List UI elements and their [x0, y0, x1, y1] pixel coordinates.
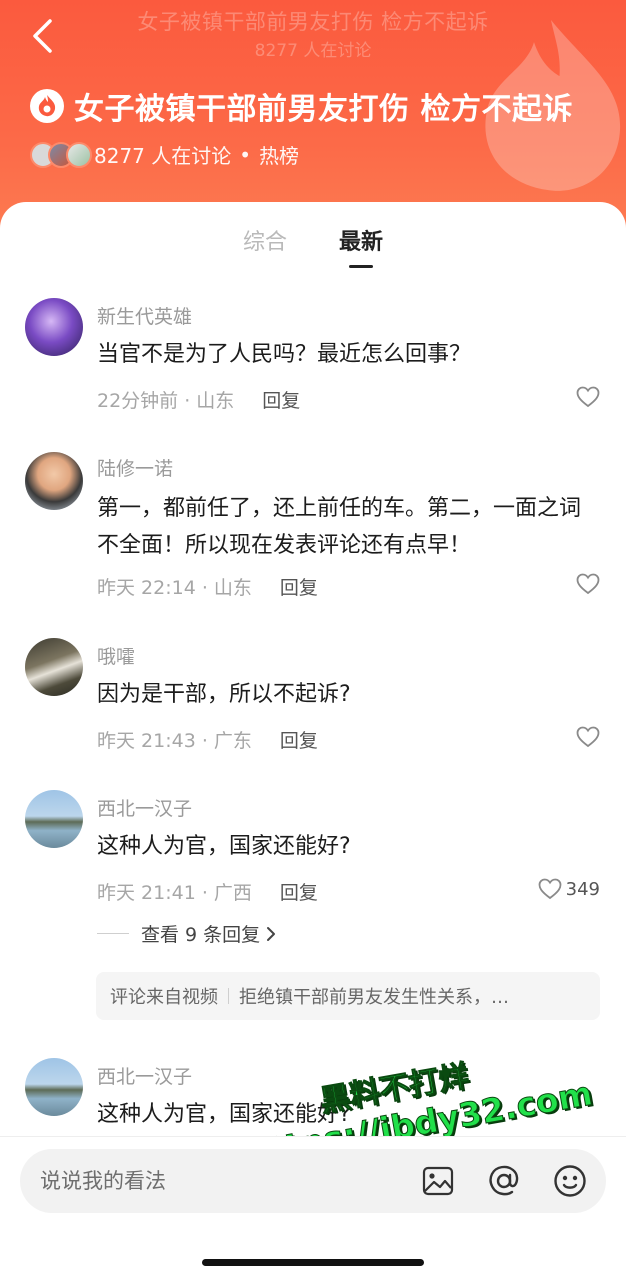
source-label: 评论来自视频 [110, 987, 218, 1008]
avatar[interactable] [25, 638, 83, 696]
like-button[interactable]: 349 [538, 878, 600, 900]
comment-meta: 昨天 22:14 · 山东 回复 [97, 573, 318, 600]
comment-meta: 昨天 21:43 · 广东 回复 [97, 726, 318, 753]
topic-title: 女子被镇干部前男友打伤 检方不起诉 [74, 92, 573, 127]
avatar[interactable] [25, 790, 83, 848]
comment-text: 这种人为官，国家还能好? [97, 834, 351, 859]
nav-ghost-subtitle: 8277 人在讨论 [254, 41, 372, 61]
emoji-icon[interactable] [552, 1161, 588, 1201]
avatar[interactable] [25, 1058, 83, 1116]
avatar[interactable] [25, 298, 83, 356]
reply-button[interactable]: 回复 [280, 573, 318, 600]
comment-author[interactable]: 哦嚯 [97, 642, 135, 669]
home-indicator [202, 1259, 424, 1266]
reply-button[interactable]: 回复 [280, 726, 318, 753]
like-button[interactable] [576, 726, 600, 748]
avatar [66, 141, 92, 168]
nav-ghost-title: 女子被镇干部前男友打伤 检方不起诉 [137, 10, 489, 34]
comment-author[interactable]: 西北一汉子 [97, 794, 192, 821]
like-button[interactable] [576, 573, 600, 595]
comment-text: 第一，都前任了，还上前任的车。第二，一面之词不全面！所以现在发表评论还有点早！ [97, 496, 582, 558]
at-mention-icon[interactable] [486, 1161, 522, 1201]
comment-input-container[interactable] [20, 1149, 606, 1213]
heart-icon [576, 386, 600, 408]
comment-time-location: 昨天 22:14 · 山东 [97, 577, 252, 599]
comment-meta: 22分钟前 · 山东 回复 [97, 386, 300, 413]
divider [228, 988, 229, 1004]
comment-author[interactable]: 陆修一诺 [97, 454, 173, 481]
chevron-right-icon [267, 926, 276, 941]
discussion-count: 8277 人在讨论 [94, 144, 232, 168]
reply-button[interactable]: 回复 [262, 386, 300, 413]
comment-input-bar [0, 1136, 626, 1280]
image-icon[interactable] [420, 1161, 456, 1201]
input-actions [420, 1161, 588, 1201]
comment-time-location: 昨天 21:43 · 广东 [97, 730, 252, 752]
tab-comprehensive[interactable]: 综合 [243, 224, 287, 268]
divider [97, 933, 129, 934]
like-button[interactable] [576, 386, 600, 408]
comment-text: 因为是干部，所以不起诉? [97, 682, 351, 707]
comment-source-box[interactable]: 评论来自视频 拒绝镇干部前男友发生性关系，… [96, 972, 600, 1020]
comment-input[interactable] [40, 1169, 400, 1193]
avatar[interactable] [25, 452, 83, 510]
comment-meta: 昨天 21:41 · 广西 回复 [97, 878, 318, 905]
like-count: 349 [565, 878, 600, 900]
participant-avatars [30, 141, 92, 168]
sort-tabs: 综合 最新 [0, 224, 626, 268]
hot-list-label[interactable]: 热榜 [259, 140, 299, 169]
tab-latest[interactable]: 最新 [339, 224, 383, 268]
heart-icon [576, 726, 600, 748]
topic-meta: 8277 人在讨论 • 热榜 [30, 140, 299, 169]
comment-text: 当官不是为了人民吗？最近怎么回事？ [97, 342, 472, 367]
heart-icon [538, 878, 562, 900]
source-video-title: 拒绝镇干部前男友发生性关系，… [239, 987, 509, 1008]
comment-author[interactable]: 新生代英雄 [97, 302, 192, 329]
view-replies-label: 查看 9 条回复 [141, 924, 261, 946]
reply-button[interactable]: 回复 [280, 878, 318, 905]
comment-author[interactable]: 西北一汉子 [97, 1062, 192, 1089]
topic-title-row: 女子被镇干部前男友打伤 检方不起诉 [30, 84, 586, 128]
comment-time-location: 22分钟前 · 山东 [97, 390, 235, 412]
comment-time-location: 昨天 21:41 · 广西 [97, 882, 252, 904]
hot-flame-icon [30, 89, 64, 123]
meta-dot: • [239, 142, 252, 167]
heart-icon [576, 573, 600, 595]
view-replies-button[interactable]: 查看 9 条回复 [97, 920, 278, 947]
